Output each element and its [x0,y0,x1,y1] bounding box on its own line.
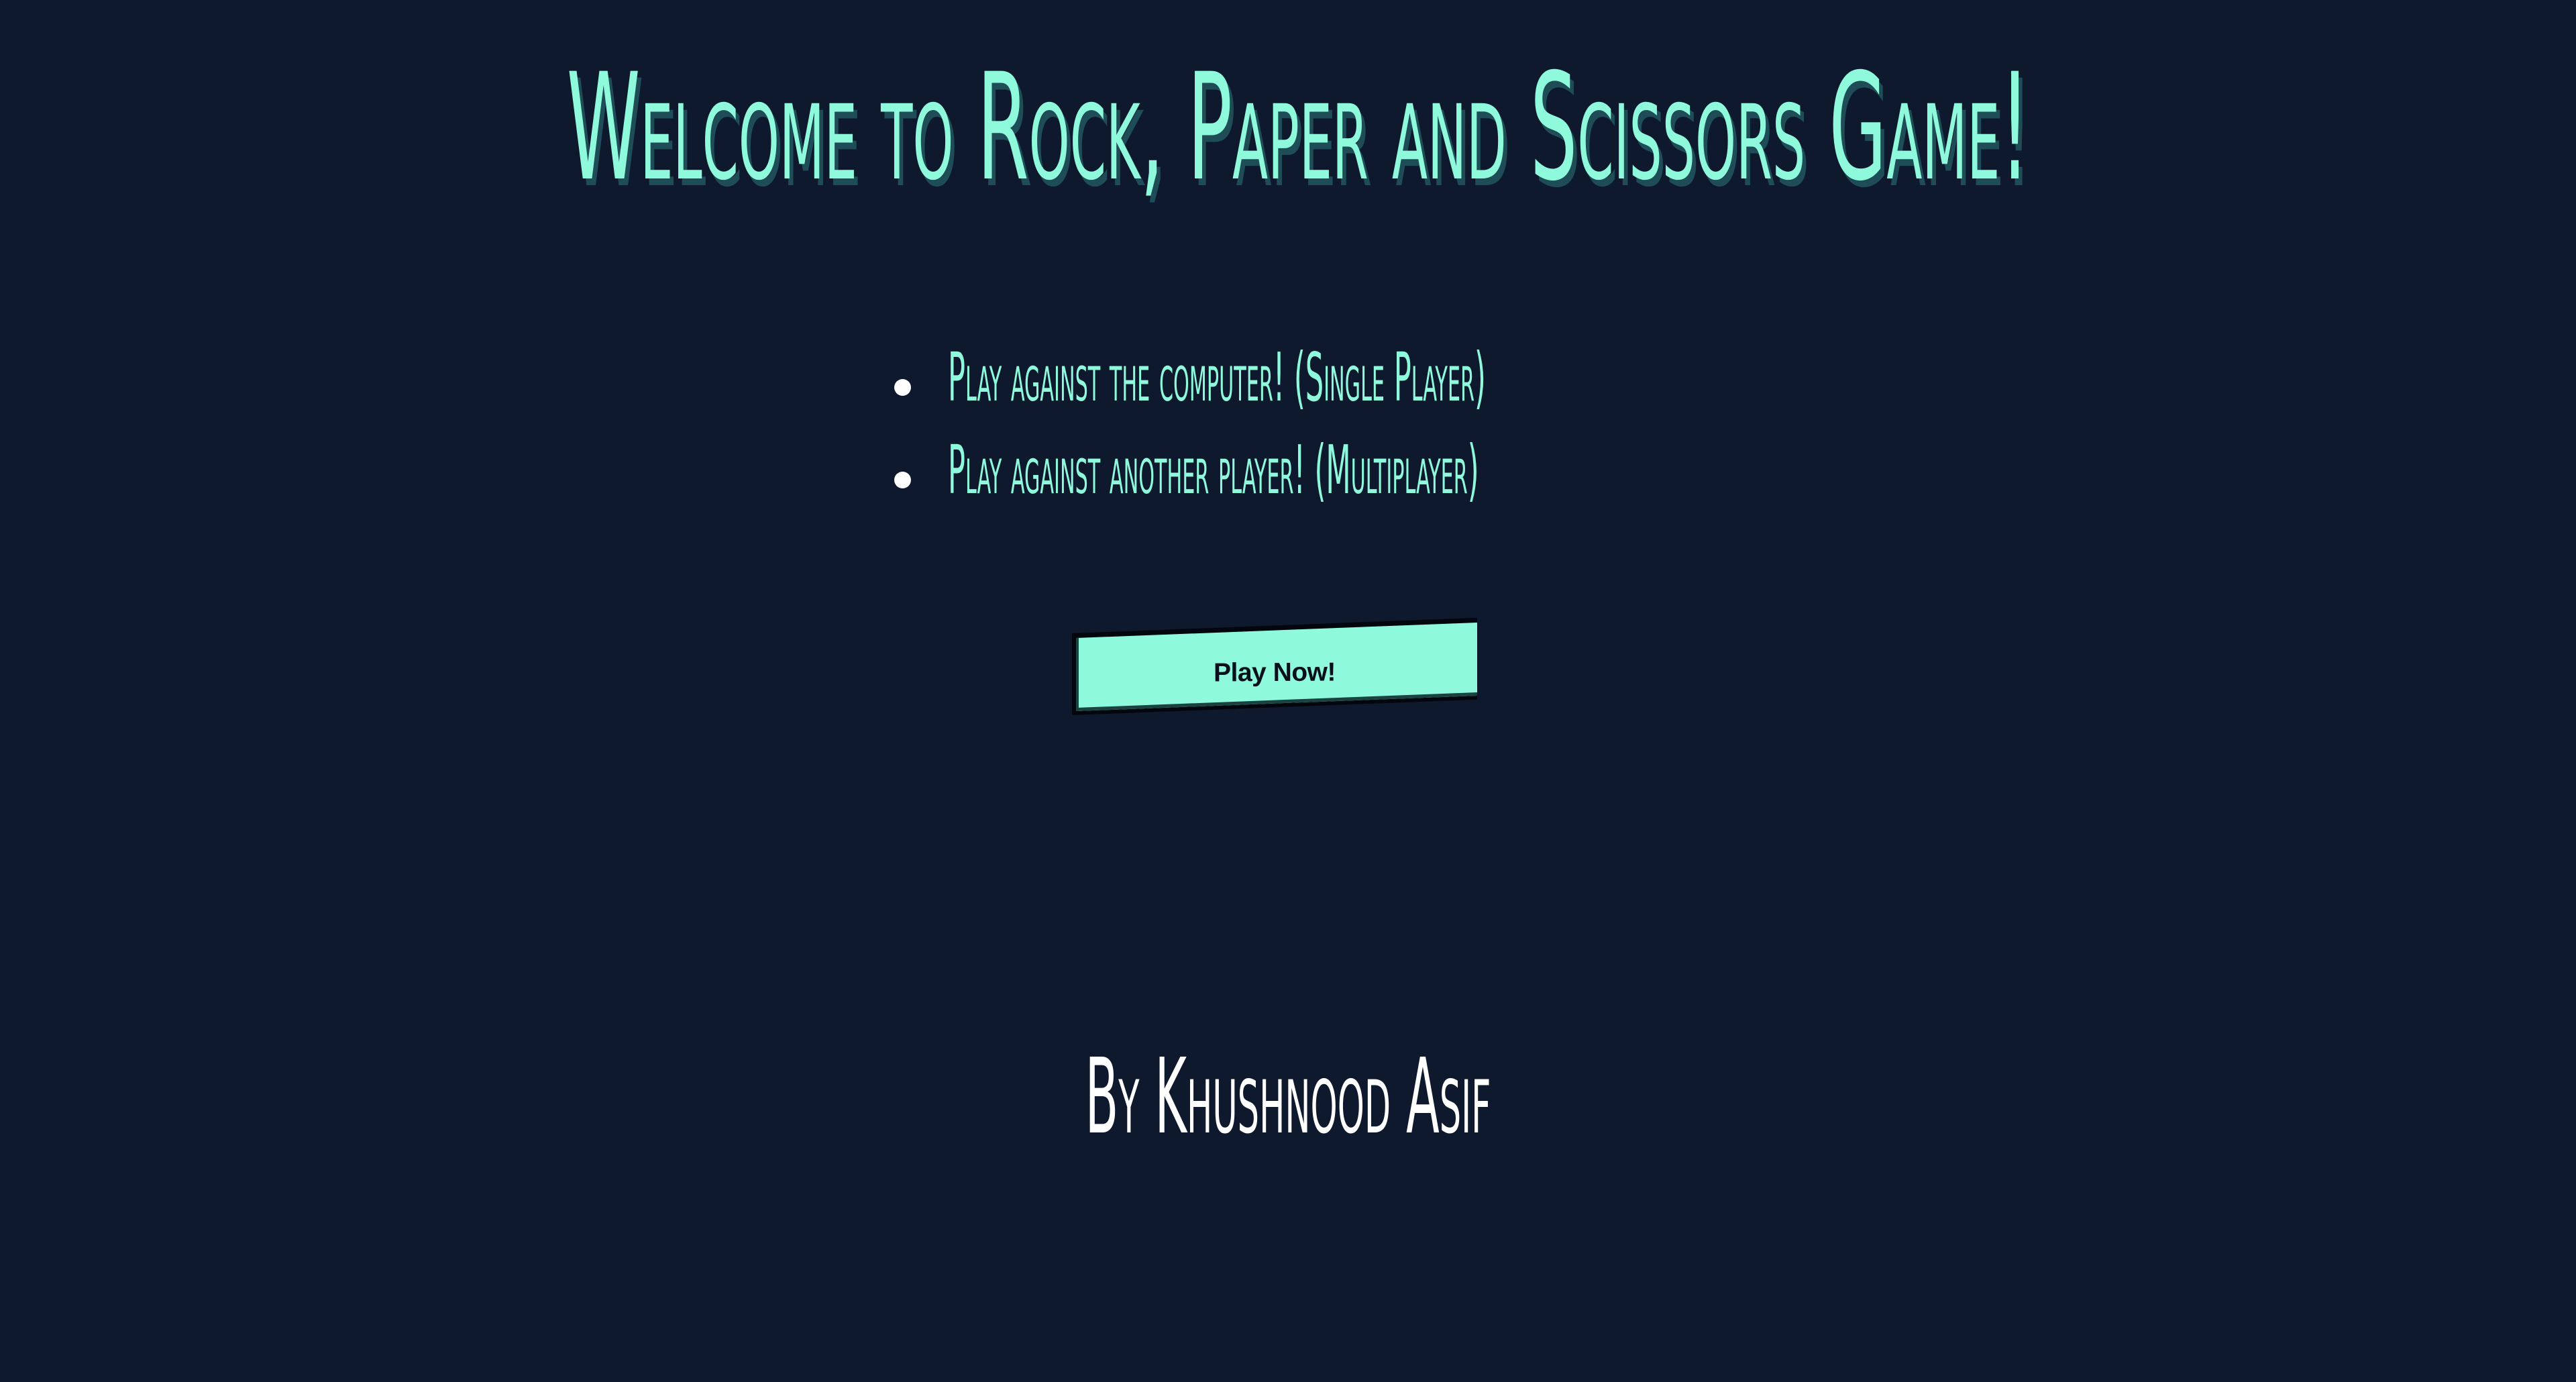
author-credit: By Khushnood Asif [1085,1036,1491,1157]
play-now-button-label: Play Now! [1213,657,1336,688]
multiplayer-mode-label: Play against another player! (Multiplaye… [948,431,1479,509]
bullet-dot-icon [894,472,911,488]
list-item-multiplayer: Play against another player! (Multiplaye… [885,421,1758,514]
bullet-dot-icon [894,379,911,396]
page-title: Welcome to Rock, Paper and Scissors Game… [566,42,2030,213]
list-item-single-player: Play against the computer! (Single Playe… [885,329,1758,421]
single-player-mode-label: Play against the computer! (Single Playe… [948,338,1486,417]
play-now-button[interactable]: Play Now! [1072,617,1477,715]
game-mode-list: Play against the computer! (Single Playe… [885,329,1758,514]
